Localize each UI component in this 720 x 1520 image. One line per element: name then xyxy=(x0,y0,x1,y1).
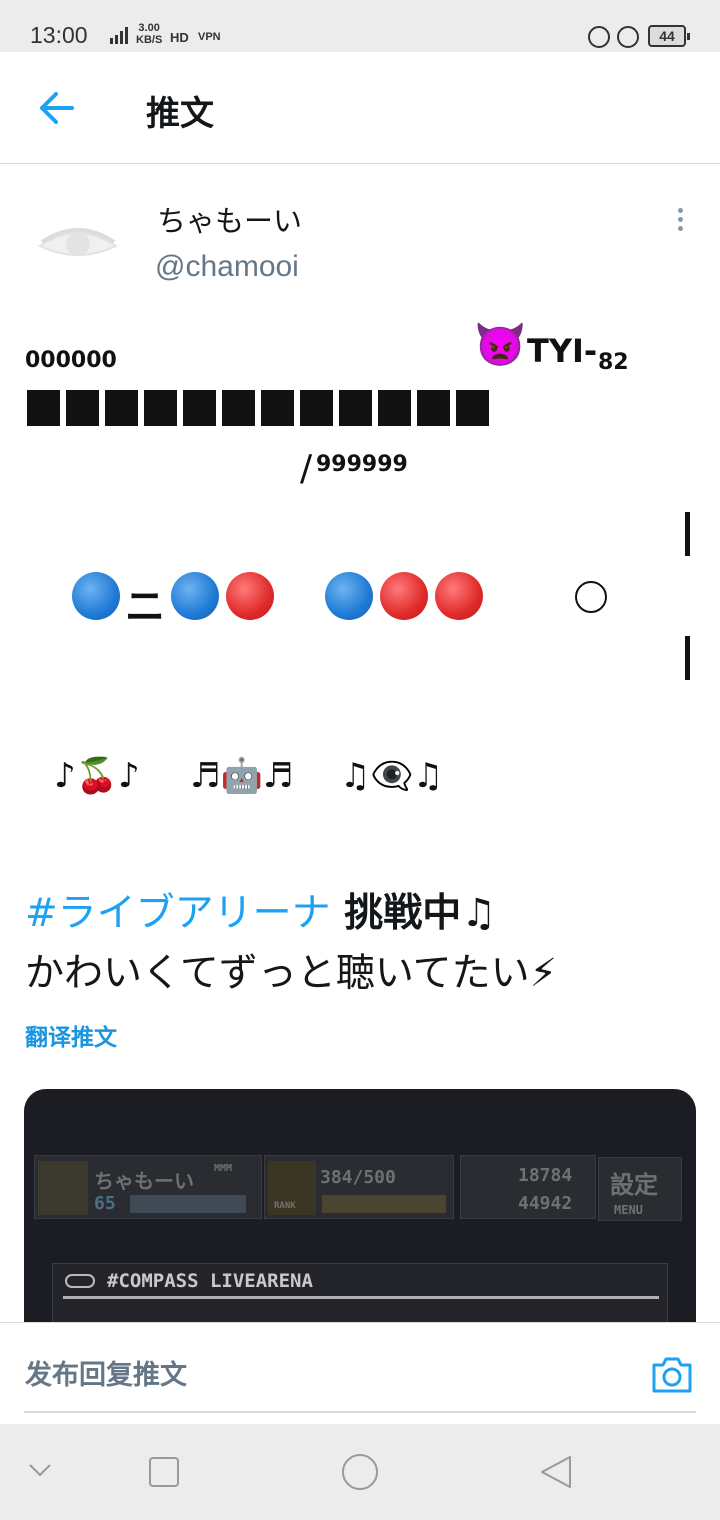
more-options-icon[interactable] xyxy=(668,204,692,240)
art-zeros: 000000 xyxy=(25,348,117,373)
translate-tweet-link[interactable]: 翻译推文 xyxy=(25,1018,117,1052)
avatar[interactable] xyxy=(28,198,128,298)
media-settings-label: 設定 xyxy=(610,1171,658,1199)
media-banner-line xyxy=(63,1296,659,1299)
reply-input[interactable]: 发布回复推文 xyxy=(25,1353,187,1392)
media-stat-1: 18784 xyxy=(518,1165,573,1186)
devil-emoji-icon: 👿 xyxy=(474,320,527,369)
art-subscript: 82 xyxy=(598,350,629,375)
system-nav-bar xyxy=(0,1424,720,1520)
art-nines: 999999 xyxy=(316,452,408,477)
media-rank-bar xyxy=(322,1195,446,1213)
signal-icon xyxy=(110,27,128,44)
media-banner-text: #COMPASS LIVEARENA xyxy=(107,1270,313,1292)
gamepad-icon xyxy=(65,1274,95,1288)
network-speed: 3.00 KB/S xyxy=(136,22,162,46)
art-music-eye: ♫👁️‍🗨️♫ xyxy=(340,756,444,796)
blue-circle-icon xyxy=(171,572,219,620)
recent-apps-button[interactable] xyxy=(148,1456,180,1488)
blue-circle-icon xyxy=(72,572,120,620)
status-bar: 13:00 3.00 KB/S HD VPN 44 xyxy=(0,0,720,52)
hashtag-link[interactable]: #ライブアリーナ xyxy=(25,891,331,936)
reply-bar: 发布回复推文 xyxy=(0,1322,720,1424)
camera-icon[interactable] xyxy=(650,1355,694,1395)
art-vertical-bar xyxy=(685,636,690,680)
art-vertical-bar xyxy=(685,512,690,556)
media-menu-label: MENU xyxy=(614,1203,643,1217)
back-arrow-icon[interactable] xyxy=(36,90,76,126)
media-level-bar xyxy=(130,1195,246,1213)
reply-underline xyxy=(24,1411,696,1413)
art-ni: ニ xyxy=(125,584,165,630)
author-handle[interactable]: @chamooi xyxy=(155,250,299,284)
media-player-name: ちゃもーい xyxy=(94,1169,194,1193)
art-block-bar xyxy=(27,390,489,426)
page-title: 推文 xyxy=(146,94,214,134)
art-music-cherries: ♪🍒♪ xyxy=(54,756,140,796)
hd-indicator: HD xyxy=(170,30,189,45)
tweet-text: 挑戦中♫ xyxy=(330,891,497,936)
data-saver-icon xyxy=(588,26,610,48)
vpn-indicator: VPN xyxy=(198,31,221,43)
network-speed-unit: KB/S xyxy=(136,34,163,46)
tweet-media-image[interactable]: ちゃもーい MMM 65 RANK 384/500 18784 44942 設定… xyxy=(24,1089,696,1349)
status-time: 13:00 xyxy=(30,22,88,48)
battery-indicator: 44 xyxy=(648,25,690,47)
rotation-lock-icon xyxy=(617,26,639,48)
tweet-text-line-1: #ライブアリーナ 挑戦中♫ xyxy=(25,882,496,938)
art-music-robot: ♬🤖♬ xyxy=(190,756,294,796)
red-circle-icon xyxy=(226,572,274,620)
media-rank-label: RANK xyxy=(274,1201,296,1211)
red-circle-icon xyxy=(380,572,428,620)
author-display-name[interactable]: ちゃもーい xyxy=(157,198,302,240)
art-slash: / xyxy=(300,448,313,489)
media-stat-2: 44942 xyxy=(518,1193,573,1214)
red-circle-icon xyxy=(435,572,483,620)
back-button[interactable] xyxy=(538,1454,574,1490)
app-header: 推文 xyxy=(0,52,720,164)
home-button[interactable] xyxy=(340,1452,380,1492)
tweet-text-line-2: かわいくてずっと聴いてたい⚡ xyxy=(25,951,558,996)
white-circle-icon xyxy=(575,581,607,613)
media-player-name-suffix: MMM xyxy=(214,1163,233,1174)
blue-circle-icon xyxy=(325,572,373,620)
network-speed-value: 3.00 xyxy=(138,22,160,34)
chevron-down-icon[interactable] xyxy=(28,1462,52,1478)
media-level: 65 xyxy=(94,1193,116,1214)
media-rank-progress: 384/500 xyxy=(320,1167,396,1188)
media-player-avatar xyxy=(38,1161,88,1215)
art-tyi: TYI- xyxy=(527,332,598,370)
